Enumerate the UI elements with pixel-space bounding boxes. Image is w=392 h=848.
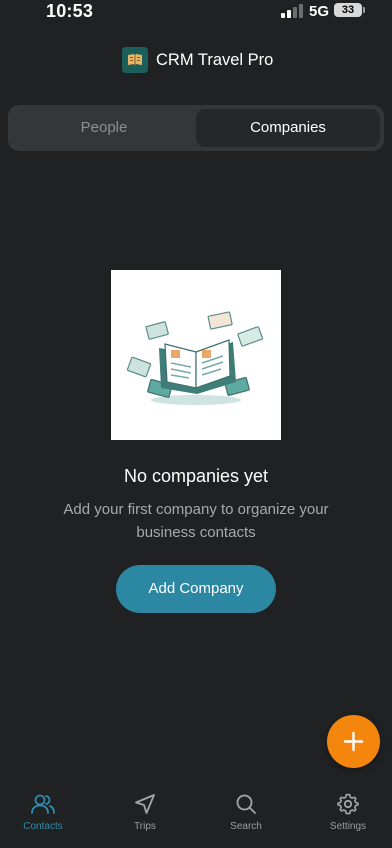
nav-search[interactable]: Search	[206, 792, 286, 832]
app-logo-icon	[122, 47, 148, 73]
status-time: 10:53	[46, 1, 94, 21]
search-icon	[236, 794, 256, 814]
signal-icon	[281, 4, 303, 18]
users-icon	[31, 794, 55, 814]
add-fab-button[interactable]	[327, 715, 380, 768]
battery-tip	[363, 7, 365, 13]
nav-settings-label: Settings	[329, 821, 367, 832]
nav-search-label: Search	[230, 821, 262, 832]
tab-companies[interactable]: Companies	[196, 109, 380, 147]
status-bar: 10:53 5G 33	[0, 0, 392, 24]
nav-contacts-label: Contacts	[23, 821, 63, 832]
nav-trips-label: Trips	[134, 821, 156, 832]
app-header: CRM Travel Pro	[0, 45, 392, 75]
nav-settings[interactable]: Settings	[308, 792, 388, 832]
empty-state-title: No companies yet	[123, 466, 269, 486]
network-type: 5G	[309, 3, 330, 20]
bottom-navigation: Contacts Trips Search Settings	[0, 780, 392, 848]
plus-icon	[343, 731, 364, 752]
segmented-control: People Companies	[8, 105, 384, 151]
add-company-button[interactable]: Add Company	[116, 565, 276, 613]
nav-trips[interactable]: Trips	[105, 792, 185, 832]
navigation-arrow-icon	[135, 794, 155, 814]
nav-contacts[interactable]: Contacts	[3, 792, 83, 832]
battery-level: 33	[341, 4, 355, 16]
tab-people[interactable]: People	[12, 109, 196, 147]
app-title: CRM Travel Pro	[156, 51, 274, 69]
empty-state-description: Add your first company to organize your …	[63, 501, 329, 541]
address-book-illustration	[111, 270, 281, 440]
battery-icon: 33	[334, 3, 362, 17]
gear-icon	[337, 793, 359, 815]
